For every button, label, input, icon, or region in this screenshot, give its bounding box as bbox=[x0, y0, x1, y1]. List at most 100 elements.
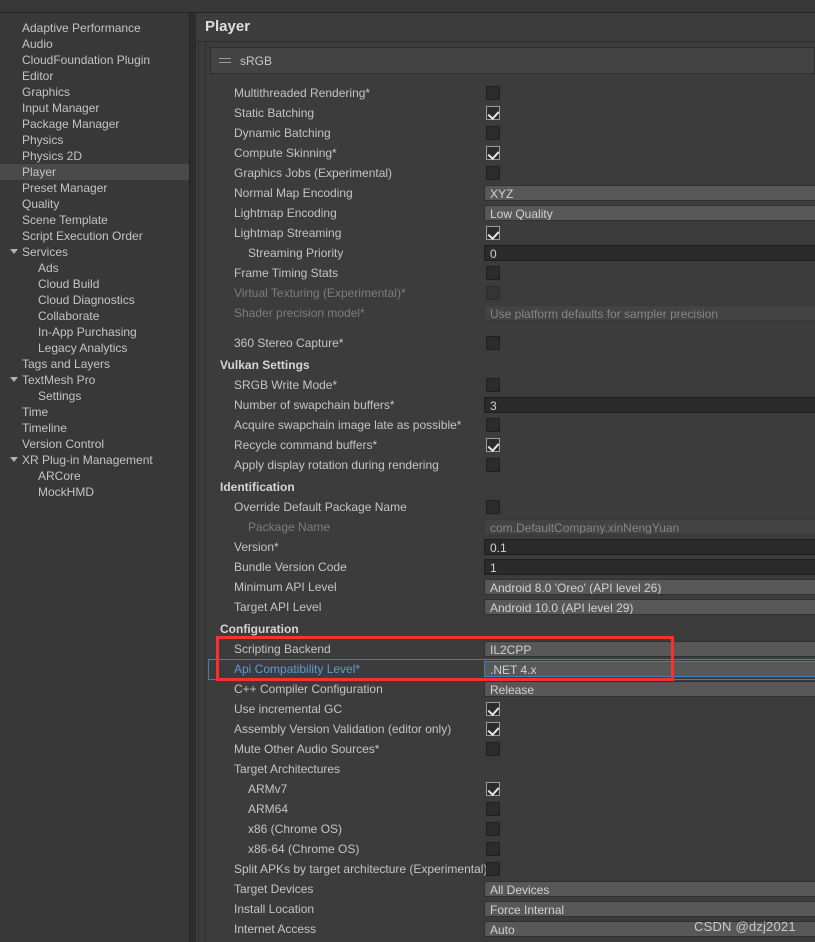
dropdown-target-api-level[interactable]: Android 10.0 (API level 29) bbox=[484, 599, 815, 615]
setting-row-srgb-write-mode[interactable]: SRGB Write Mode* bbox=[196, 375, 815, 395]
setting-row-lightmap-encoding[interactable]: Lightmap Encoding Low Quality bbox=[196, 203, 815, 223]
setting-row-number-of-swapchain-buffers[interactable]: Number of swapchain buffers* 3 bbox=[196, 395, 815, 415]
setting-row-dynamic-batching[interactable]: Dynamic Batching bbox=[196, 123, 815, 143]
checkbox-mute-other-audio-sources[interactable] bbox=[486, 742, 500, 756]
checkbox-use-incremental-gc[interactable] bbox=[486, 702, 500, 716]
sidebar-item-preset-manager[interactable]: Preset Manager bbox=[0, 180, 190, 196]
setting-row-use-incremental-gc[interactable]: Use incremental GC bbox=[196, 699, 815, 719]
checkbox-acquire-swapchain-image-late-as-possible[interactable] bbox=[486, 418, 500, 432]
input-number-of-swapchain-buffers[interactable]: 3 bbox=[484, 397, 815, 413]
setting-row-target-devices[interactable]: Target Devices All Devices bbox=[196, 879, 815, 899]
sidebar-item-cloud-build[interactable]: Cloud Build bbox=[0, 276, 190, 292]
sidebar-item-timeline[interactable]: Timeline bbox=[0, 420, 190, 436]
setting-row-apply-display-rotation-during-rendering[interactable]: Apply display rotation during rendering bbox=[196, 455, 815, 475]
setting-row-streaming-priority[interactable]: Streaming Priority 0 bbox=[196, 243, 815, 263]
dropdown-lightmap-encoding[interactable]: Low Quality bbox=[484, 205, 815, 221]
sidebar-item-arcore[interactable]: ARCore bbox=[0, 468, 190, 484]
input-streaming-priority[interactable]: 0 bbox=[484, 245, 815, 261]
checkbox-armv7[interactable] bbox=[486, 782, 500, 796]
checkbox-graphics-jobs-experimental[interactable] bbox=[486, 166, 500, 180]
sidebar-item-cloudfoundation-plugin[interactable]: CloudFoundation Plugin bbox=[0, 52, 190, 68]
dropdown-target-devices[interactable]: All Devices bbox=[484, 881, 815, 897]
setting-row-frame-timing-stats[interactable]: Frame Timing Stats bbox=[196, 263, 815, 283]
setting-row-install-location[interactable]: Install Location Force Internal bbox=[196, 899, 815, 919]
sidebar-item-physics-2d[interactable]: Physics 2D bbox=[0, 148, 190, 164]
sidebar-item-scene-template[interactable]: Scene Template bbox=[0, 212, 190, 228]
checkbox-recycle-command-buffers[interactable] bbox=[486, 438, 500, 452]
setting-row-multithreaded-rendering[interactable]: Multithreaded Rendering* bbox=[196, 83, 815, 103]
sidebar-item-settings[interactable]: Settings bbox=[0, 388, 190, 404]
sidebar-item-player[interactable]: Player bbox=[0, 164, 190, 180]
sidebar-item-editor[interactable]: Editor bbox=[0, 68, 190, 84]
setting-row-minimum-api-level[interactable]: Minimum API Level Android 8.0 'Oreo' (API… bbox=[196, 577, 815, 597]
chevron-down-icon[interactable] bbox=[10, 377, 18, 382]
setting-row-override-default-package-name[interactable]: Override Default Package Name bbox=[196, 497, 815, 517]
sidebar-item-package-manager[interactable]: Package Manager bbox=[0, 116, 190, 132]
setting-row-scripting-backend[interactable]: Scripting Backend IL2CPP bbox=[196, 639, 815, 659]
setting-row-static-batching[interactable]: Static Batching bbox=[196, 103, 815, 123]
setting-row-version[interactable]: Version* 0.1 bbox=[196, 537, 815, 557]
setting-row-virtual-texturing-experimental[interactable]: Virtual Texturing (Experimental)* bbox=[196, 283, 815, 303]
sidebar-item-quality[interactable]: Quality bbox=[0, 196, 190, 212]
checkbox-compute-skinning[interactable] bbox=[486, 146, 500, 160]
checkbox-srgb-write-mode[interactable] bbox=[486, 378, 500, 392]
sidebar-item-adaptive-performance[interactable]: Adaptive Performance bbox=[0, 20, 190, 36]
checkbox-apply-display-rotation-during-rendering[interactable] bbox=[486, 458, 500, 472]
checkbox-arm64[interactable] bbox=[486, 802, 500, 816]
sidebar-item-collaborate[interactable]: Collaborate bbox=[0, 308, 190, 324]
checkbox-virtual-texturing-experimental[interactable] bbox=[486, 286, 500, 300]
platform-tab-srgb[interactable]: sRGB bbox=[210, 47, 815, 74]
setting-row-recycle-command-buffers[interactable]: Recycle command buffers* bbox=[196, 435, 815, 455]
checkbox-x86-64-chrome-os[interactable] bbox=[486, 842, 500, 856]
input-version[interactable]: 0.1 bbox=[484, 539, 815, 555]
setting-row-acquire-swapchain-image-late-as-possible[interactable]: Acquire swapchain image late as possible… bbox=[196, 415, 815, 435]
dropdown-minimum-api-level[interactable]: Android 8.0 'Oreo' (API level 26) bbox=[484, 579, 815, 595]
sidebar-item-script-execution-order[interactable]: Script Execution Order bbox=[0, 228, 190, 244]
input-bundle-version-code[interactable]: 1 bbox=[484, 559, 815, 575]
checkbox-lightmap-streaming[interactable] bbox=[486, 226, 500, 240]
checkbox-split-apks-by-target-architecture-experimental[interactable] bbox=[486, 862, 500, 876]
sidebar-item-time[interactable]: Time bbox=[0, 404, 190, 420]
checkbox-multithreaded-rendering[interactable] bbox=[486, 86, 500, 100]
sidebar-item-audio[interactable]: Audio bbox=[0, 36, 190, 52]
platform-tab-bar[interactable]: sRGB bbox=[210, 47, 815, 74]
sidebar-item-legacy-analytics[interactable]: Legacy Analytics bbox=[0, 340, 190, 356]
dropdown-api-compatibility-level[interactable]: .NET 4.x bbox=[484, 661, 815, 677]
checkbox-x86-chrome-os[interactable] bbox=[486, 822, 500, 836]
sidebar-item-version-control[interactable]: Version Control bbox=[0, 436, 190, 452]
setting-row-x86-64-chrome-os[interactable]: x86-64 (Chrome OS) bbox=[196, 839, 815, 859]
setting-row-lightmap-streaming[interactable]: Lightmap Streaming bbox=[196, 223, 815, 243]
sidebar-item-input-manager[interactable]: Input Manager bbox=[0, 100, 190, 116]
setting-row-x86-chrome-os[interactable]: x86 (Chrome OS) bbox=[196, 819, 815, 839]
checkbox-override-default-package-name[interactable] bbox=[486, 500, 500, 514]
sidebar-item-xr-plug-in-management[interactable]: XR Plug-in Management bbox=[0, 452, 190, 468]
setting-row-shader-precision-model[interactable]: Shader precision model* Use platform defa… bbox=[196, 303, 815, 323]
setting-row-compute-skinning[interactable]: Compute Skinning* bbox=[196, 143, 815, 163]
setting-row-api-compatibility-level[interactable]: Api Compatibility Level* .NET 4.x bbox=[196, 659, 815, 680]
sidebar-item-mockhmd[interactable]: MockHMD bbox=[0, 484, 190, 500]
setting-row-arm64[interactable]: ARM64 bbox=[196, 799, 815, 819]
sidebar-item-ads[interactable]: Ads bbox=[0, 260, 190, 276]
sidebar-item-cloud-diagnostics[interactable]: Cloud Diagnostics bbox=[0, 292, 190, 308]
checkbox-assembly-version-validation-editor-only[interactable] bbox=[486, 722, 500, 736]
settings-category-sidebar[interactable]: Adaptive Performance Audio CloudFoundation… bbox=[0, 13, 190, 942]
setting-row-c-compiler-configuration[interactable]: C++ Compiler Configuration Release bbox=[196, 679, 815, 699]
dropdown-c-compiler-configuration[interactable]: Release bbox=[484, 681, 815, 697]
setting-row-mute-other-audio-sources[interactable]: Mute Other Audio Sources* bbox=[196, 739, 815, 759]
sidebar-item-services[interactable]: Services bbox=[0, 244, 190, 260]
dropdown-package-name[interactable]: com.DefaultCompany.xinNengYuan bbox=[484, 519, 815, 535]
dropdown-shader-precision-model[interactable]: Use platform defaults for sampler precis… bbox=[484, 305, 815, 321]
sidebar-item-textmesh-pro[interactable]: TextMesh Pro bbox=[0, 372, 190, 388]
dropdown-install-location[interactable]: Force Internal bbox=[484, 901, 815, 917]
sidebar-item-tags-and-layers[interactable]: Tags and Layers bbox=[0, 356, 190, 372]
setting-row-target-architectures[interactable]: Target Architectures bbox=[196, 759, 815, 779]
setting-row-360-stereo-capture[interactable]: 360 Stereo Capture* bbox=[196, 333, 815, 353]
checkbox-360-stereo-capture[interactable] bbox=[486, 336, 500, 350]
checkbox-dynamic-batching[interactable] bbox=[486, 126, 500, 140]
chevron-down-icon[interactable] bbox=[10, 249, 18, 254]
checkbox-frame-timing-stats[interactable] bbox=[486, 266, 500, 280]
sidebar-item-physics[interactable]: Physics bbox=[0, 132, 190, 148]
checkbox-static-batching[interactable] bbox=[486, 106, 500, 120]
setting-row-graphics-jobs-experimental[interactable]: Graphics Jobs (Experimental) bbox=[196, 163, 815, 183]
setting-row-package-name[interactable]: Package Name com.DefaultCompany.xinNengYu… bbox=[196, 517, 815, 537]
